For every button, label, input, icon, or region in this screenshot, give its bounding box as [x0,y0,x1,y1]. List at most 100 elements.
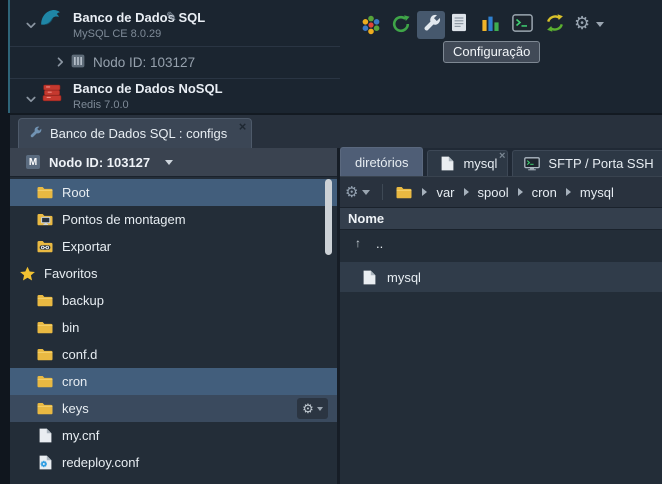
breadcrumb-item-spool[interactable]: spool [478,185,509,200]
tree-item-backup[interactable]: backup [10,287,337,314]
tree-item-label: keys [62,401,89,416]
tree-item-cron[interactable]: cron [10,368,337,395]
folder-icon [36,294,54,307]
chevron-down-icon [362,190,370,195]
tree-item-pontos-de-montagem[interactable]: Pontos de montagem [10,206,337,233]
terminal-icon[interactable] [512,14,533,35]
tree-item-label: conf.d [62,347,97,362]
star-icon [18,266,36,282]
settings-gear-icon[interactable]: ⚙ [574,14,590,32]
mysql-badge-icon: M [26,155,40,169]
column-header-nome[interactable]: Nome [340,207,662,230]
tab-banco-de-dados-sql-configs[interactable]: Banco de Dados SQL : configs × [18,118,252,148]
folder-icon [36,186,54,199]
file-icon [360,270,378,285]
tab-label: Banco de Dados SQL : configs [50,126,227,141]
tree-item-my-cnf[interactable]: my.cnf [10,422,337,449]
node-icon [71,54,85,71]
breadcrumb: ⚙ var spool cron mysql [340,177,662,207]
breadcrumb-arrow-icon [518,188,523,196]
tree-item-label: redeploy.conf [62,455,139,470]
right-tabs: diretórios mysql× SFTP / Porta SSH [340,148,662,177]
tab-diret-rios[interactable]: diretórios [340,147,423,176]
folder-icon [36,402,54,415]
wrench-icon [29,126,42,142]
configure-button[interactable] [417,11,445,39]
tab-label: diretórios [355,155,408,170]
sql-server-title[interactable]: Banco de Dados SQL [73,10,205,25]
scrollbar-thumb[interactable] [325,179,332,255]
folder-icon [36,321,54,334]
tree-item-label: Exportar [62,239,111,254]
tree-item-label: backup [62,293,104,308]
up-icon: ↑ [349,237,367,249]
tab-sftp-porta-ssh[interactable]: SFTP / Porta SSH [512,150,662,176]
node-selector-label: Nodo ID: 103127 [49,155,150,170]
list-item-mysql[interactable]: mysql [340,262,662,292]
tab-close-icon[interactable]: × [499,150,505,162]
breadcrumb-item-var[interactable]: var [436,185,454,200]
server-tree: Banco de Dados SQL ✎ MySQL CE 8.0.29 Nod… [10,0,662,113]
mysql-dolphin-icon [38,5,64,34]
file-gear-icon [36,455,54,470]
tree-item-label: cron [62,374,87,389]
list-item-label: .. [376,236,383,251]
tree-item-exportar[interactable]: Exportar [10,233,337,260]
chevron-down-icon[interactable] [26,91,36,106]
tree-item-redeploy-conf[interactable]: redeploy.conf [10,449,337,476]
nosql-server-version: Redis 7.0.0 [73,99,129,111]
restart-icon[interactable] [391,14,411,37]
chevron-right-icon[interactable] [57,55,64,70]
chevron-down-icon[interactable] [26,17,36,32]
file-list: ↑.. mysql [340,230,662,292]
gear-icon: ⚙ [345,185,358,200]
tree-item-label: Pontos de montagem [62,212,186,227]
sync-icon[interactable] [544,13,566,36]
tree-section-favoritos[interactable]: Favoritos [10,260,337,287]
app-window: Banco de Dados SQL ✎ MySQL CE 8.0.29 Nod… [0,0,662,484]
breadcrumb-arrow-icon [566,188,571,196]
folder-icon[interactable] [395,186,413,199]
nosql-server-title[interactable]: Banco de Dados NoSQL [73,81,223,96]
breadcrumb-item-mysql[interactable]: mysql [580,185,614,200]
redis-icon [41,83,63,106]
separator [10,46,340,47]
folder-icon [36,348,54,361]
file-icon [36,428,54,443]
file-tree: Root Pontos de montagem Exportar Favoritos b… [10,179,337,476]
breadcrumb-item-cron[interactable]: cron [532,185,557,200]
tab-label: SFTP / Porta SSH [548,156,653,171]
chevron-down-icon [317,407,323,411]
breadcrumb-gear-button[interactable]: ⚙ [345,185,370,200]
node-id-label[interactable]: Nodo ID: 103127 [93,55,195,70]
tab-label: mysql [463,156,497,171]
row-actions-gear-button[interactable]: ⚙ [297,398,328,419]
logs-icon[interactable] [451,13,467,35]
main-tab-bar: Banco de Dados SQL : configs × [10,113,662,148]
tab-mysql[interactable]: mysql× [427,150,508,176]
breadcrumb-items: var spool cron mysql [422,185,613,200]
tree-item-root[interactable]: Root [10,179,337,206]
chevron-down-icon [165,160,173,165]
folder-icon [36,375,54,388]
node-selector[interactable]: M Nodo ID: 103127 [10,148,337,177]
breadcrumb-arrow-icon [422,188,427,196]
tab-close-icon[interactable]: × [239,119,247,134]
edit-pencil-icon[interactable]: ✎ [166,9,177,25]
tree-item-bin[interactable]: bin [10,314,337,341]
directory-panel: diretóriosmysql×SFTP / Porta SSH ⚙ varsp… [340,148,662,484]
configure-wrench-icon [422,14,441,36]
statistics-icon[interactable] [481,14,500,35]
settings-caret-icon[interactable] [596,22,604,27]
tree-item-keys[interactable]: keys ⚙ [10,395,337,422]
list-item-[interactable]: ↑.. [340,230,662,256]
tree-item-conf-d[interactable]: conf.d [10,341,337,368]
tooltip: Configuração [443,41,540,63]
tree-item-label: Favoritos [44,266,97,281]
folder-mount-icon [36,213,54,226]
services-icon[interactable] [360,14,382,39]
separator [10,78,340,79]
sql-server-version: MySQL CE 8.0.29 [73,28,161,40]
tree-item-label: bin [62,320,79,335]
tree-item-label: Root [62,185,89,200]
